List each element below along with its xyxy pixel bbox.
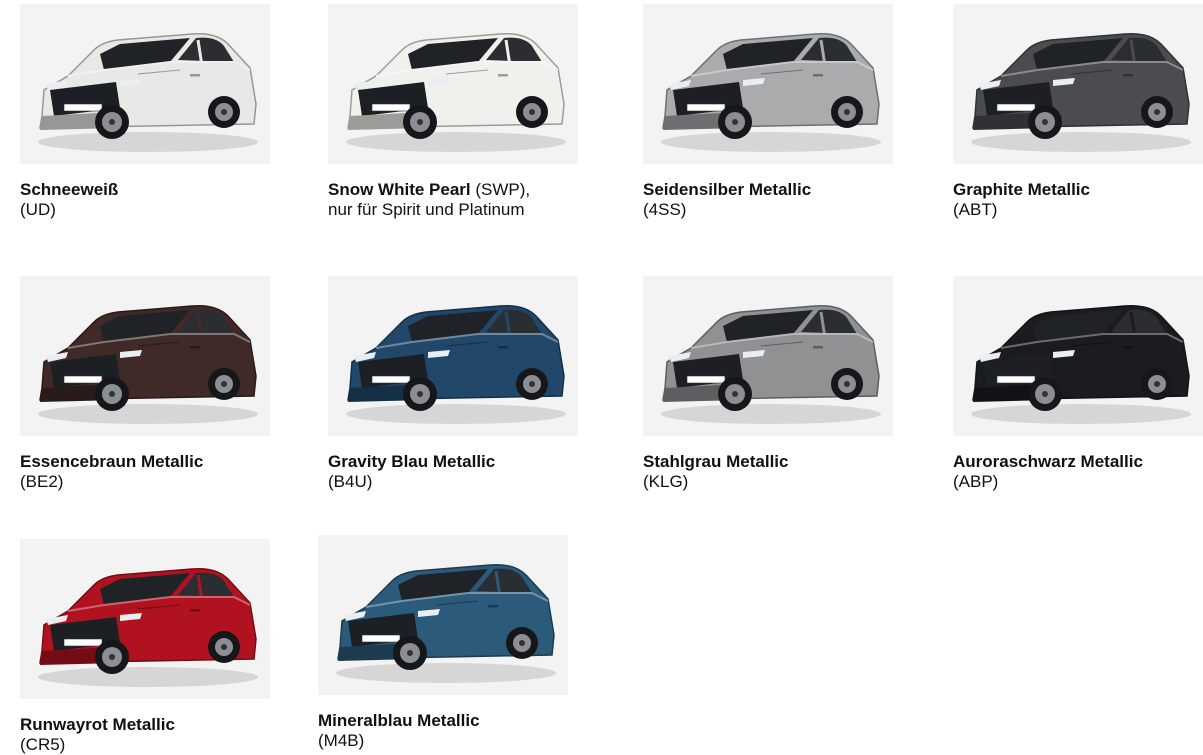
color-name: Seidensilber Metallic — [643, 180, 812, 199]
suv-icon — [38, 567, 258, 687]
suv-icon — [661, 32, 881, 152]
color-code: (ABT) — [953, 200, 998, 219]
color-name: Schneeweiß — [20, 180, 119, 199]
color-code: (SWP), — [475, 180, 531, 199]
car-image — [328, 4, 578, 164]
color-caption: Graphite Metallic (ABT) — [953, 180, 1203, 220]
color-caption: Essencebraun Metallic (BE2) — [20, 452, 270, 492]
color-tile-1[interactable]: Snow White Pearl (SWP), nur für Spirit u… — [328, 4, 578, 220]
color-name: Graphite Metallic — [953, 180, 1090, 199]
suv-icon — [661, 304, 881, 424]
color-tile-4[interactable]: Essencebraun Metallic (BE2) — [20, 276, 270, 492]
suv-icon — [971, 32, 1191, 152]
color-caption: Snow White Pearl (SWP), nur für Spirit u… — [328, 180, 578, 220]
color-name: Snow White Pearl — [328, 180, 471, 199]
color-tile-0[interactable]: Schneeweiß (UD) — [20, 4, 270, 220]
suv-icon — [38, 32, 258, 152]
color-name: Essencebraun Metallic — [20, 452, 204, 471]
color-tile-8[interactable]: Runwayrot Metallic (CR5) — [20, 539, 270, 755]
color-tile-2[interactable]: Seidensilber Metallic (4SS) — [643, 4, 893, 220]
color-name: Mineralblau Metallic — [318, 711, 480, 730]
suv-icon — [346, 32, 566, 152]
car-image — [328, 276, 578, 436]
suv-icon — [336, 563, 556, 683]
car-image — [643, 4, 893, 164]
color-caption: Gravity Blau Metallic (B4U) — [328, 452, 578, 492]
car-image — [20, 539, 270, 699]
color-code: (ABP) — [953, 472, 999, 491]
color-caption: Stahlgrau Metallic (KLG) — [643, 452, 893, 492]
color-code: (CR5) — [20, 735, 66, 754]
suv-icon — [971, 304, 1191, 424]
color-code: (UD) — [20, 200, 56, 219]
color-caption: Schneeweiß (UD) — [20, 180, 270, 220]
car-image — [953, 4, 1203, 164]
color-caption: Mineralblau Metallic (M4B) — [318, 711, 568, 751]
color-name: Gravity Blau Metallic — [328, 452, 496, 471]
color-caption: Auroraschwarz Metallic (ABP) — [953, 452, 1203, 492]
color-tile-3[interactable]: Graphite Metallic (ABT) — [953, 4, 1203, 220]
color-caption: Runwayrot Metallic (CR5) — [20, 715, 270, 755]
color-tile-5[interactable]: Gravity Blau Metallic (B4U) — [328, 276, 578, 492]
color-name: Stahlgrau Metallic — [643, 452, 789, 471]
color-name: Auroraschwarz Metallic — [953, 452, 1143, 471]
suv-icon — [38, 304, 258, 424]
suv-icon — [346, 304, 566, 424]
color-code: (BE2) — [20, 472, 64, 491]
car-image — [643, 276, 893, 436]
car-image — [318, 535, 568, 695]
color-note: nur für Spirit und Platinum — [328, 200, 525, 219]
color-caption: Seidensilber Metallic (4SS) — [643, 180, 893, 220]
color-tile-9[interactable]: Mineralblau Metallic (M4B) — [318, 535, 568, 751]
color-tile-6[interactable]: Stahlgrau Metallic (KLG) — [643, 276, 893, 492]
car-image — [20, 4, 270, 164]
color-code: (4SS) — [643, 200, 687, 219]
car-image — [20, 276, 270, 436]
color-tile-7[interactable]: Auroraschwarz Metallic (ABP) — [953, 276, 1203, 492]
color-grid: Schneeweiß (UD) Snow White Pearl (SWP), … — [0, 0, 1203, 754]
color-name: Runwayrot Metallic — [20, 715, 175, 734]
color-code: (B4U) — [328, 472, 373, 491]
car-image — [953, 276, 1203, 436]
color-code: (M4B) — [318, 731, 365, 750]
color-code: (KLG) — [643, 472, 689, 491]
